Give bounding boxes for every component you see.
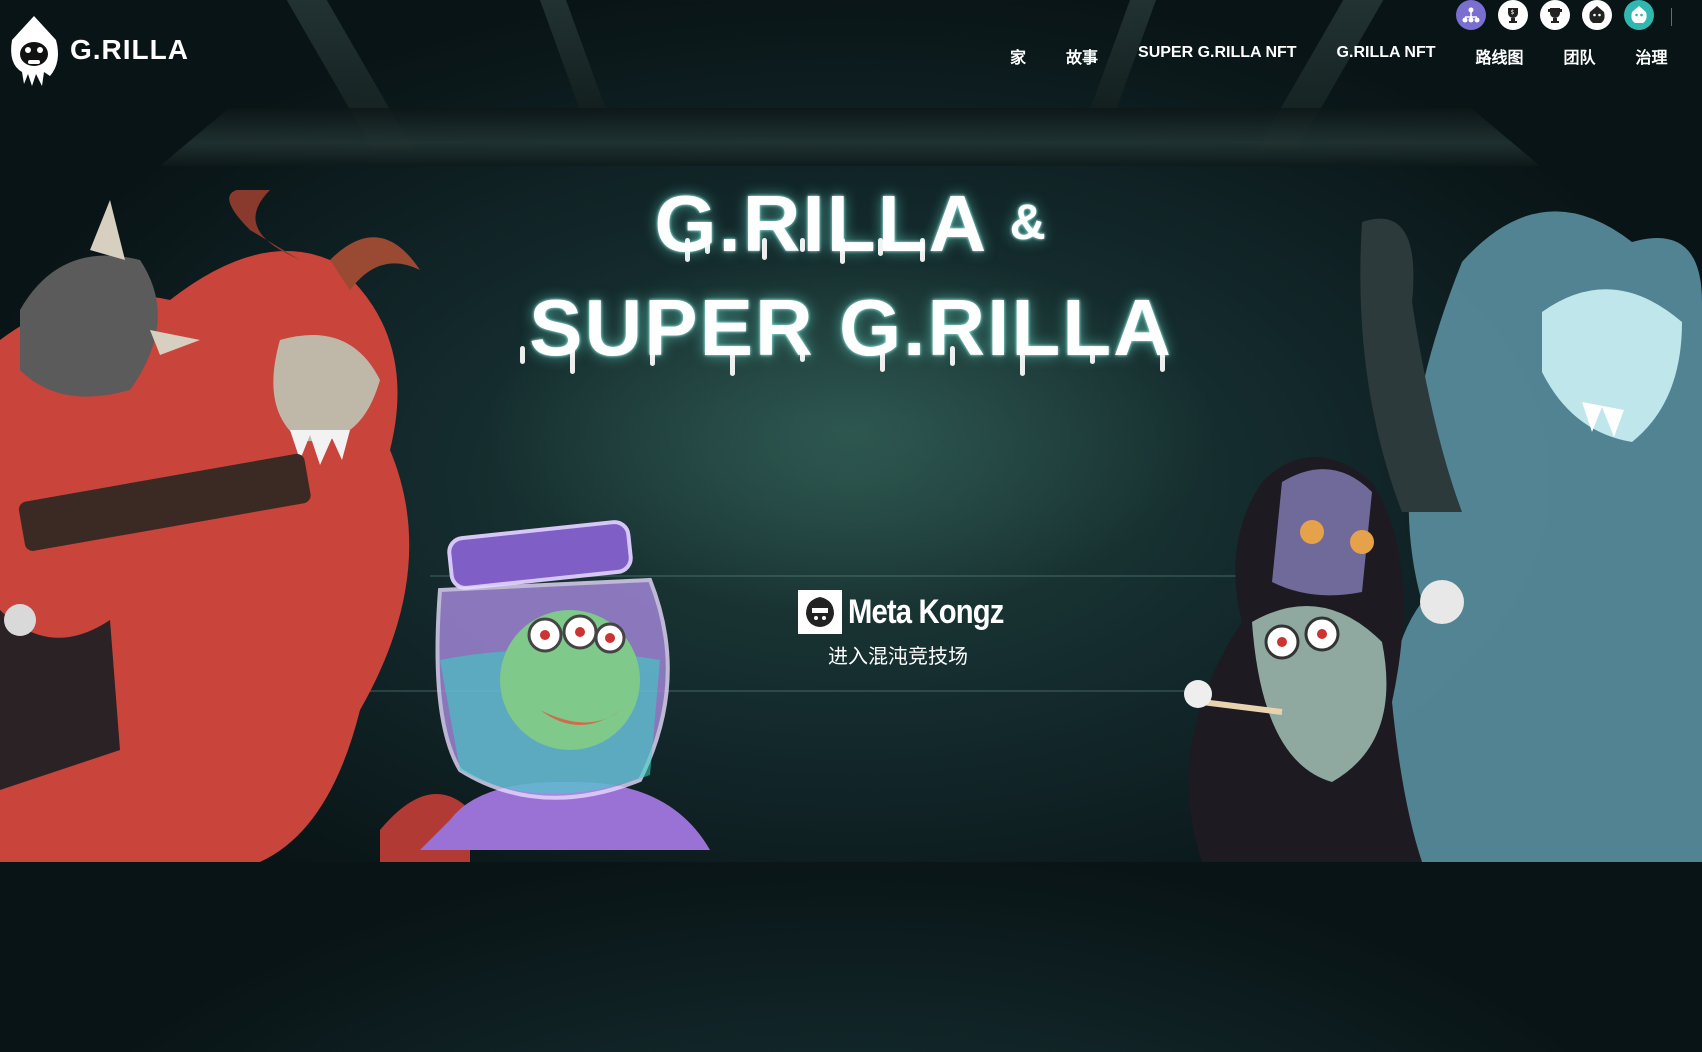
brand-logo[interactable]: G.RILLA	[6, 14, 236, 94]
header-divider	[1671, 8, 1672, 26]
trophy-icon[interactable]	[1540, 0, 1570, 30]
nav-item-home[interactable]: 家	[1010, 44, 1026, 68]
brand-name: G.RILLA	[70, 34, 189, 65]
network-icon[interactable]	[1456, 0, 1486, 30]
gorilla-icon[interactable]	[1582, 0, 1612, 30]
nav-item-grilla-nft[interactable]: G.RILLA NFT	[1337, 44, 1436, 68]
nav-item-team[interactable]: 团队	[1564, 44, 1596, 68]
ceiling-beam	[539, 0, 607, 110]
dollar-trophy-icon[interactable]: $	[1498, 0, 1528, 30]
main-nav: 家 故事 SUPER G.RILLA NFT G.RILLA NFT 路线图 团…	[1010, 44, 1702, 68]
meta-kongz-logo[interactable]: Meta Kongz	[798, 590, 1029, 634]
social-links: $	[1456, 0, 1654, 30]
nav-item-roadmap[interactable]: 路线图	[1476, 44, 1524, 68]
svg-text:$: $	[1511, 9, 1515, 16]
gorilla-teal-icon[interactable]	[1624, 0, 1654, 30]
nav-item-governance[interactable]: 治理	[1636, 44, 1668, 68]
nav-item-super-grilla-nft[interactable]: SUPER G.RILLA NFT	[1138, 44, 1297, 68]
title-drip-decoration	[520, 238, 1165, 376]
nav-item-story[interactable]: 故事	[1066, 44, 1098, 68]
jar-zombie-gorilla-artwork	[420, 520, 710, 850]
enter-arena-link[interactable]: 进入混沌竞技场	[828, 640, 968, 669]
meta-kongz-name: Meta Kongz	[848, 592, 1004, 631]
gorilla-logo-icon	[11, 16, 58, 86]
meta-kongz-icon	[798, 590, 842, 634]
ceiling-band	[160, 108, 1540, 166]
